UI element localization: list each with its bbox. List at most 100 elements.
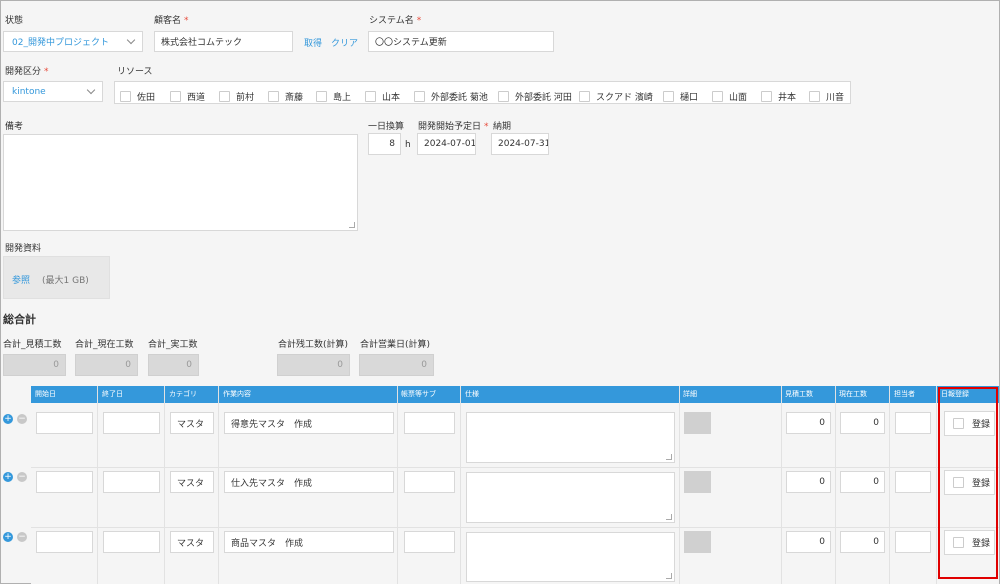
summary-value: 0 bbox=[148, 354, 199, 376]
checkbox-icon[interactable] bbox=[316, 91, 327, 102]
due-date-input[interactable]: 2024-07-31 bbox=[491, 133, 549, 155]
checkbox-icon[interactable] bbox=[953, 537, 964, 548]
start-date-cell[interactable] bbox=[36, 531, 93, 553]
dev-category-select[interactable]: kintone bbox=[3, 81, 103, 102]
checkbox-icon[interactable] bbox=[953, 418, 964, 429]
estimate-cell[interactable]: 0 bbox=[786, 531, 831, 553]
checkbox-icon[interactable] bbox=[579, 91, 590, 102]
estimate-cell[interactable]: 0 bbox=[786, 471, 831, 493]
checkbox-icon[interactable] bbox=[268, 91, 279, 102]
end-date-cell[interactable] bbox=[103, 471, 160, 493]
resize-handle-icon[interactable] bbox=[666, 454, 672, 460]
row-divider bbox=[31, 527, 999, 528]
summary-label: 合計営業日(計算) bbox=[360, 340, 431, 350]
customer-input[interactable]: 株式会社コムテック bbox=[154, 31, 293, 52]
daily-hours-unit: h bbox=[405, 140, 411, 150]
add-row-icon[interactable]: + bbox=[3, 472, 13, 482]
summary-label: 合計_見積工数 bbox=[3, 340, 62, 350]
form-sub-cell[interactable] bbox=[404, 412, 455, 434]
checkbox-icon[interactable] bbox=[712, 91, 723, 102]
estimate-value: 0 bbox=[819, 537, 825, 547]
assignee-cell[interactable] bbox=[895, 412, 931, 434]
checkbox-icon[interactable] bbox=[219, 91, 230, 102]
resource-checkbox[interactable]: 樋口 bbox=[663, 90, 698, 103]
current-cell[interactable]: 0 bbox=[840, 531, 885, 553]
resource-checkbox[interactable]: 井本 bbox=[761, 90, 796, 103]
resource-checkbox[interactable]: 外部委託 河田 bbox=[498, 90, 572, 103]
status-select[interactable]: 02_開発中プロジェクト bbox=[3, 31, 143, 52]
attachment-dropzone[interactable]: 参照 (最大1 GB) bbox=[3, 256, 110, 299]
resource-checkbox[interactable]: 斎藤 bbox=[268, 90, 303, 103]
current-cell[interactable]: 0 bbox=[840, 412, 885, 434]
resize-handle-icon[interactable] bbox=[666, 573, 672, 579]
estimate-cell[interactable]: 0 bbox=[786, 412, 831, 434]
resize-handle-icon[interactable] bbox=[349, 222, 355, 228]
end-date-cell[interactable] bbox=[103, 531, 160, 553]
detail-cell[interactable] bbox=[684, 471, 711, 493]
register-checkbox[interactable]: 登録 bbox=[944, 470, 995, 495]
task-cell[interactable]: 得意先マスタ 作成 bbox=[224, 412, 394, 434]
task-cell[interactable]: 商品マスタ 作成 bbox=[224, 531, 394, 553]
remove-row-icon[interactable]: − bbox=[17, 414, 27, 424]
clear-button[interactable]: クリア bbox=[331, 36, 358, 49]
system-label: システム名 * bbox=[369, 16, 422, 26]
table-header: 開始日 終了日 カテゴリ 作業内容 帳票等サブ 仕様 詳細 見積工数 現在工数 … bbox=[31, 386, 999, 403]
resource-checkbox[interactable]: スクアド 濱崎 bbox=[579, 90, 653, 103]
assignee-cell[interactable] bbox=[895, 471, 931, 493]
resource-checkbox[interactable]: 西道 bbox=[170, 90, 205, 103]
checkbox-icon[interactable] bbox=[953, 477, 964, 488]
spec-textarea[interactable] bbox=[466, 412, 675, 463]
end-date-cell[interactable] bbox=[103, 412, 160, 434]
checkbox-icon[interactable] bbox=[120, 91, 131, 102]
resize-handle-icon[interactable] bbox=[666, 514, 672, 520]
checkbox-icon[interactable] bbox=[809, 91, 820, 102]
category-cell[interactable]: マスタ bbox=[170, 412, 214, 434]
detail-cell[interactable] bbox=[684, 412, 711, 434]
checkbox-icon[interactable] bbox=[414, 91, 425, 102]
daily-hours-input[interactable]: 8 bbox=[368, 133, 401, 155]
estimate-value: 0 bbox=[819, 477, 825, 487]
current-cell[interactable]: 0 bbox=[840, 471, 885, 493]
spec-textarea[interactable] bbox=[466, 532, 675, 582]
resource-checkbox[interactable]: 山本 bbox=[365, 90, 400, 103]
notes-textarea[interactable] bbox=[3, 134, 358, 231]
detail-cell[interactable] bbox=[684, 531, 711, 553]
register-checkbox[interactable]: 登録 bbox=[944, 530, 995, 555]
column-divider bbox=[936, 386, 937, 584]
resource-checkbox[interactable]: 川音 bbox=[809, 90, 844, 103]
resource-checkbox[interactable]: 外部委託 菊池 bbox=[414, 90, 488, 103]
checkbox-icon[interactable] bbox=[170, 91, 181, 102]
remove-row-icon[interactable]: − bbox=[17, 472, 27, 482]
task-cell[interactable]: 仕入先マスタ 作成 bbox=[224, 471, 394, 493]
checkbox-icon[interactable] bbox=[663, 91, 674, 102]
start-date-cell[interactable] bbox=[36, 471, 93, 493]
resource-checkbox[interactable]: 島上 bbox=[316, 90, 351, 103]
checkbox-icon[interactable] bbox=[498, 91, 509, 102]
category-cell[interactable]: マスタ bbox=[170, 531, 214, 553]
current-value: 0 bbox=[873, 418, 879, 428]
resource-label: 外部委託 河田 bbox=[515, 93, 572, 103]
register-checkbox[interactable]: 登録 bbox=[944, 411, 995, 436]
checkbox-icon[interactable] bbox=[365, 91, 376, 102]
assignee-cell[interactable] bbox=[895, 531, 931, 553]
spec-textarea[interactable] bbox=[466, 472, 675, 523]
form-sub-cell[interactable] bbox=[404, 531, 455, 553]
add-row-icon[interactable]: + bbox=[3, 414, 13, 424]
add-row-icon[interactable]: + bbox=[3, 532, 13, 542]
resource-checkbox[interactable]: 佐田 bbox=[120, 90, 155, 103]
resource-checkbox[interactable]: 前村 bbox=[219, 90, 254, 103]
start-date-input[interactable]: 2024-07-01 bbox=[417, 133, 476, 155]
due-date-value: 2024-07-31 bbox=[498, 139, 549, 149]
column-header: 仕様 bbox=[465, 390, 479, 398]
system-input[interactable]: 〇〇システム更新 bbox=[368, 31, 554, 52]
fetch-button[interactable]: 取得 bbox=[304, 36, 322, 49]
browse-button[interactable]: 参照 bbox=[12, 273, 30, 286]
summary-label: 合計残工数(計算) bbox=[278, 340, 349, 350]
form-sub-cell[interactable] bbox=[404, 471, 455, 493]
remove-row-icon[interactable]: − bbox=[17, 532, 27, 542]
column-divider bbox=[397, 386, 398, 584]
resource-checkbox[interactable]: 山面 bbox=[712, 90, 747, 103]
start-date-cell[interactable] bbox=[36, 412, 93, 434]
checkbox-icon[interactable] bbox=[761, 91, 772, 102]
category-cell[interactable]: マスタ bbox=[170, 471, 214, 493]
